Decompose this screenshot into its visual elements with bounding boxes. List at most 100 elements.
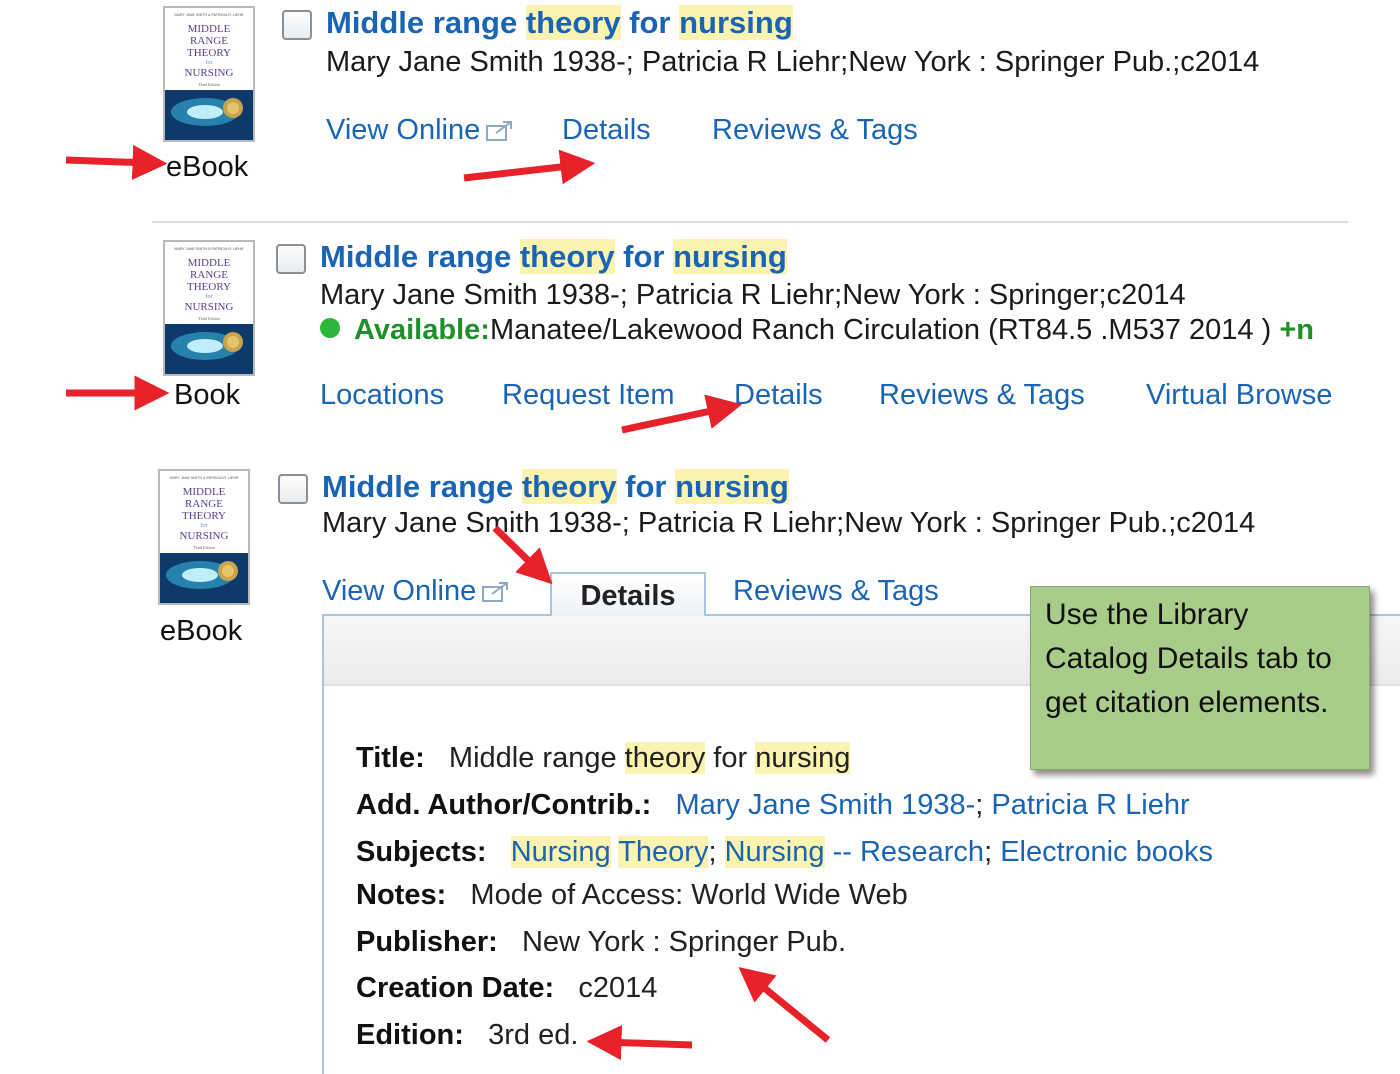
title-text: Middle range xyxy=(448,742,625,774)
locations-link[interactable]: Locations xyxy=(320,379,444,412)
instruction-callout: Use the Library Catalog Details tab to g… xyxy=(1030,586,1370,770)
result-meta-3: Mary Jane Smith 1938-; Patricia R Liehr;… xyxy=(322,507,1256,539)
svg-text:Third Edition: Third Edition xyxy=(198,82,220,87)
highlighted-term: theory xyxy=(521,469,617,504)
result-title-2[interactable]: Middle range theory for nursing xyxy=(320,239,787,275)
detail-title-value: Middle range theory for nursing xyxy=(448,742,851,774)
title-text: Middle range xyxy=(322,469,522,504)
result-title-1[interactable]: Middle range theory for nursing xyxy=(326,5,793,41)
highlighted-term: theory xyxy=(519,239,615,274)
highlighted-term: nursing xyxy=(675,469,789,504)
result-meta-1: Mary Jane Smith 1938-; Patricia R Liehr;… xyxy=(326,46,1260,78)
detail-creation-row: Creation Date: c2014 xyxy=(356,972,657,1005)
detail-edition-label: Edition: xyxy=(356,1019,464,1051)
detail-publisher-row: Publisher: New York : Springer Pub. xyxy=(356,926,846,959)
svg-text:Third Edition: Third Edition xyxy=(193,545,215,550)
detail-subjects-label: Subjects: xyxy=(356,836,487,868)
subject-separator: ; xyxy=(984,836,1001,868)
highlighted-term: nursing xyxy=(755,742,851,774)
subject-link[interactable]: Theory xyxy=(618,836,709,868)
book-cover-art-icon: MARY JANE SMITH & PATRICIA R. LIEHR MIDDL… xyxy=(165,242,253,374)
subject-link[interactable]: Electronic books xyxy=(1000,836,1213,868)
availability-status: Available: xyxy=(354,314,490,346)
book-cover-1[interactable]: MARY JANE SMITH & PATRICIA R. LIEHR MIDDL… xyxy=(163,6,255,142)
author-link-1[interactable]: Mary Jane Smith 1938- xyxy=(675,789,975,821)
title-text: Middle range xyxy=(320,239,520,274)
detail-title-label: Title: xyxy=(356,742,425,774)
details-link-1[interactable]: Details xyxy=(562,114,651,147)
view-online-link-3[interactable]: View Online xyxy=(322,575,510,608)
virtual-browse-link[interactable]: Virtual Browse xyxy=(1146,379,1332,412)
highlighted-term: theory xyxy=(624,742,706,774)
reviews-tags-link-3[interactable]: Reviews & Tags xyxy=(733,575,939,608)
format-label-2: Book xyxy=(174,379,241,411)
svg-text:Third Edition: Third Edition xyxy=(198,316,220,321)
availability-dot-icon xyxy=(320,318,340,338)
detail-notes-row: Notes: Mode of Access: World Wide Web xyxy=(356,879,908,912)
detail-publisher-label: Publisher: xyxy=(356,926,498,958)
svg-text:THEORY: THEORY xyxy=(182,510,226,522)
detail-notes-label: Notes: xyxy=(356,879,447,911)
highlighted-term: nursing xyxy=(673,239,787,274)
svg-text:MARY JANE SMITH & PATRICIA R.: MARY JANE SMITH & PATRICIA R. LIEHR xyxy=(174,247,243,251)
book-cover-art-icon: MARY JANE SMITH & PATRICIA R. LIEHR MIDDL… xyxy=(160,471,248,603)
arrow-ebook-1 xyxy=(65,144,168,180)
subject-link[interactable]: Nursing xyxy=(510,836,611,868)
result-title-3[interactable]: Middle range theory for nursing xyxy=(322,469,789,505)
author-link-2[interactable]: Patricia R Liehr xyxy=(991,789,1189,821)
reviews-tags-link-1[interactable]: Reviews & Tags xyxy=(712,114,918,147)
book-cover-art-icon: MARY JANE SMITH & PATRICIA R. LIEHR MIDDL… xyxy=(165,8,253,140)
title-text: for xyxy=(616,469,676,504)
detail-subjects-row: Subjects: Nursing Theory; Nursing -- Res… xyxy=(356,836,1213,869)
svg-text:MIDDLE: MIDDLE xyxy=(188,257,231,269)
format-label-1: eBook xyxy=(166,151,249,183)
arrow-details-1 xyxy=(463,149,596,185)
svg-text:MARY JANE SMITH & PATRICIA R.: MARY JANE SMITH & PATRICIA R. LIEHR xyxy=(169,476,238,480)
details-link-2[interactable]: Details xyxy=(734,379,823,412)
result-meta-2: Mary Jane Smith 1938-; Patricia R Liehr;… xyxy=(320,279,1186,311)
svg-text:for: for xyxy=(201,522,208,529)
svg-text:THEORY: THEORY xyxy=(187,281,231,293)
svg-text:NURSING: NURSING xyxy=(180,530,229,542)
highlighted-term: theory xyxy=(525,5,621,40)
detail-publisher-value: New York : Springer Pub. xyxy=(521,926,846,958)
select-checkbox-2[interactable] xyxy=(276,244,306,274)
svg-text:for: for xyxy=(206,293,213,300)
svg-text:NURSING: NURSING xyxy=(185,301,234,313)
svg-text:RANGE: RANGE xyxy=(190,269,228,281)
subject-link[interactable]: -- Research xyxy=(825,836,985,868)
request-item-link[interactable]: Request Item xyxy=(502,379,674,412)
title-text: for xyxy=(705,742,756,774)
external-link-icon xyxy=(486,121,513,141)
book-cover-3[interactable]: MARY JANE SMITH & PATRICIA R. LIEHR MIDDL… xyxy=(158,469,250,605)
book-cover-2[interactable]: MARY JANE SMITH & PATRICIA R. LIEHR MIDDL… xyxy=(163,240,255,376)
svg-text:for: for xyxy=(206,59,213,66)
detail-author-row: Add. Author/Contrib.: Mary Jane Smith 19… xyxy=(356,789,1190,821)
select-checkbox-3[interactable] xyxy=(278,474,308,504)
tab-details[interactable]: Details xyxy=(550,572,706,616)
svg-text:RANGE: RANGE xyxy=(190,35,228,47)
result-divider xyxy=(152,221,1348,223)
svg-text:MIDDLE: MIDDLE xyxy=(183,486,226,498)
reviews-tags-link-2[interactable]: Reviews & Tags xyxy=(879,379,1085,412)
subject-separator: ; xyxy=(708,836,725,868)
subject-link[interactable]: Nursing xyxy=(724,836,825,868)
view-online-link-1[interactable]: View Online xyxy=(326,114,514,147)
detail-author-label: Add. Author/Contrib.: xyxy=(356,789,652,821)
view-online-label: View Online xyxy=(322,575,477,607)
detail-notes-value: Mode of Access: World Wide Web xyxy=(470,879,908,911)
title-text: for xyxy=(620,5,680,40)
select-checkbox-1[interactable] xyxy=(282,10,312,40)
svg-text:THEORY: THEORY xyxy=(187,47,231,59)
availability-line: Available:Manatee/Lakewood Ranch Circula… xyxy=(320,314,1350,347)
external-link-icon xyxy=(482,582,509,602)
detail-creation-value: c2014 xyxy=(578,972,658,1004)
view-online-label: View Online xyxy=(326,114,481,146)
svg-text:NURSING: NURSING xyxy=(185,67,234,79)
svg-text:MIDDLE: MIDDLE xyxy=(188,23,231,35)
format-label-3: eBook xyxy=(160,615,243,647)
title-text: Middle range xyxy=(326,5,526,40)
more-locations-link[interactable]: +n xyxy=(1279,314,1314,346)
detail-edition-row: Edition: 3rd ed. xyxy=(356,1019,578,1052)
subject-links[interactable]: Nursing Theory; Nursing -- Research; Ele… xyxy=(510,836,1213,868)
